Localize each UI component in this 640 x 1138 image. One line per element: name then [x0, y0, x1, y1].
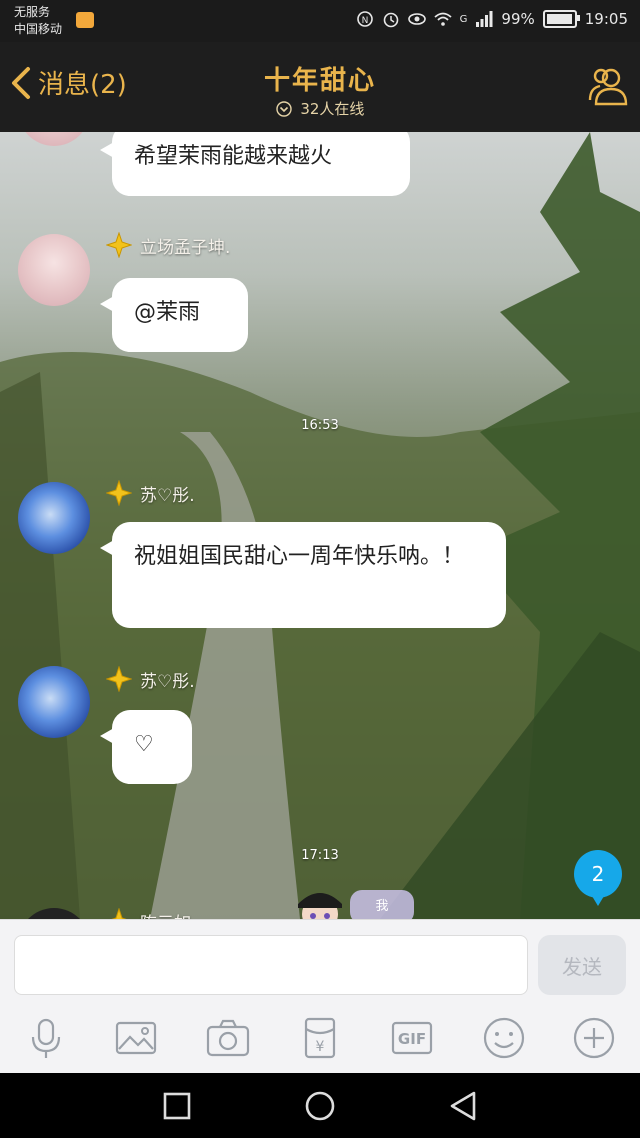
- svg-text:¥: ¥: [316, 1039, 325, 1055]
- star-badge-icon: [106, 232, 132, 258]
- message-bubble[interactable]: @茉雨: [100, 278, 248, 352]
- home-icon[interactable]: [303, 1089, 337, 1123]
- star-badge-icon: [106, 480, 132, 506]
- camera-icon: [206, 1019, 250, 1057]
- send-button[interactable]: 发送: [538, 935, 626, 995]
- system-nav-bar: [0, 1073, 640, 1138]
- plus-icon: [573, 1017, 615, 1059]
- message-input[interactable]: [14, 935, 528, 995]
- image-button[interactable]: [110, 1012, 162, 1064]
- battery-icon: [542, 10, 580, 28]
- unread-count-badge[interactable]: 2: [574, 850, 622, 906]
- signal-icon: [476, 11, 493, 27]
- message-text: @茉雨: [134, 300, 201, 325]
- star-badge-icon: [111, 908, 127, 919]
- message-bubble[interactable]: 希望茉雨能越来越火: [100, 132, 410, 196]
- wifi-icon: [434, 12, 452, 26]
- camera-button[interactable]: [202, 1012, 254, 1064]
- user-avatar[interactable]: [18, 234, 90, 306]
- message-bubble[interactable]: ♡: [100, 710, 192, 784]
- nfc-icon: N: [356, 11, 373, 27]
- user-avatar[interactable]: [18, 482, 90, 554]
- gif-button[interactable]: GIF: [386, 1012, 438, 1064]
- eye-icon: [407, 13, 426, 25]
- user-avatar[interactable]: [18, 666, 90, 738]
- emoji-button[interactable]: [478, 1012, 530, 1064]
- online-count: 32人在线: [300, 100, 365, 118]
- group-members-icon[interactable]: [584, 64, 630, 110]
- mic-icon: [31, 1018, 61, 1058]
- message-text: 祝姐姐国民甜心一周年快乐呐。！: [134, 544, 465, 569]
- carrier-info: 无服务 中国移动: [14, 4, 62, 38]
- chat-header: 消息(2) 十年甜心 32人在线: [0, 42, 640, 132]
- signal-label: G: [459, 13, 468, 25]
- timestamp: 16:53: [301, 418, 339, 433]
- carrier-line2: 中国移动: [14, 22, 63, 36]
- battery-percent: 99%: [501, 10, 535, 28]
- emoji-icon: [483, 1017, 525, 1059]
- sticker-bubble[interactable]: 我: [350, 890, 414, 919]
- sender-nickname: 苏♡彤.: [106, 666, 195, 692]
- online-status[interactable]: 32人在线: [0, 98, 640, 119]
- input-toolbar: ¥ GIF: [0, 1012, 640, 1068]
- input-bar: 发送 ¥ GIF: [0, 919, 640, 1074]
- red-packet-icon: ¥: [304, 1017, 336, 1059]
- alarm-icon: [383, 12, 398, 28]
- message-text: ♡: [134, 732, 154, 757]
- mail-icon: [76, 12, 94, 28]
- star-badge-icon: [106, 666, 132, 692]
- timestamp: 17:13: [301, 848, 339, 863]
- chat-area[interactable]: 希望茉雨能越来越火 立场孟子坤. @茉雨 16:53 苏♡彤. 祝姐姐国民甜心一…: [0, 132, 640, 919]
- status-icons: N G 99% 19:05: [356, 10, 628, 28]
- svg-text:GIF: GIF: [398, 1030, 426, 1048]
- more-button[interactable]: [568, 1012, 620, 1064]
- group-title: 十年甜心: [263, 66, 376, 96]
- image-icon: [115, 1021, 157, 1055]
- sender-nickname: 立场孟子坤.: [106, 232, 230, 258]
- message-bubble[interactable]: 祝姐姐国民甜心一周年快乐呐。！: [100, 522, 506, 628]
- status-bar: 无服务 中国移动 N G 99% 19:05: [0, 0, 640, 42]
- sender-nickname: 苏♡彤.: [106, 480, 195, 506]
- svg-text:N: N: [361, 16, 368, 26]
- sender-nickname: 陈元如: [106, 908, 191, 919]
- back-nav-icon[interactable]: [446, 1089, 480, 1123]
- voice-button[interactable]: [20, 1012, 72, 1064]
- animated-sticker[interactable]: [288, 878, 352, 919]
- gif-icon: GIF: [391, 1021, 433, 1055]
- clock: 19:05: [584, 10, 628, 28]
- recents-icon[interactable]: [160, 1089, 194, 1123]
- chevron-down-circle-icon: [275, 101, 292, 117]
- carrier-line1: 无服务: [14, 5, 51, 19]
- red-packet-button[interactable]: ¥: [294, 1012, 346, 1064]
- message-text: 希望茉雨能越来越火: [134, 144, 333, 169]
